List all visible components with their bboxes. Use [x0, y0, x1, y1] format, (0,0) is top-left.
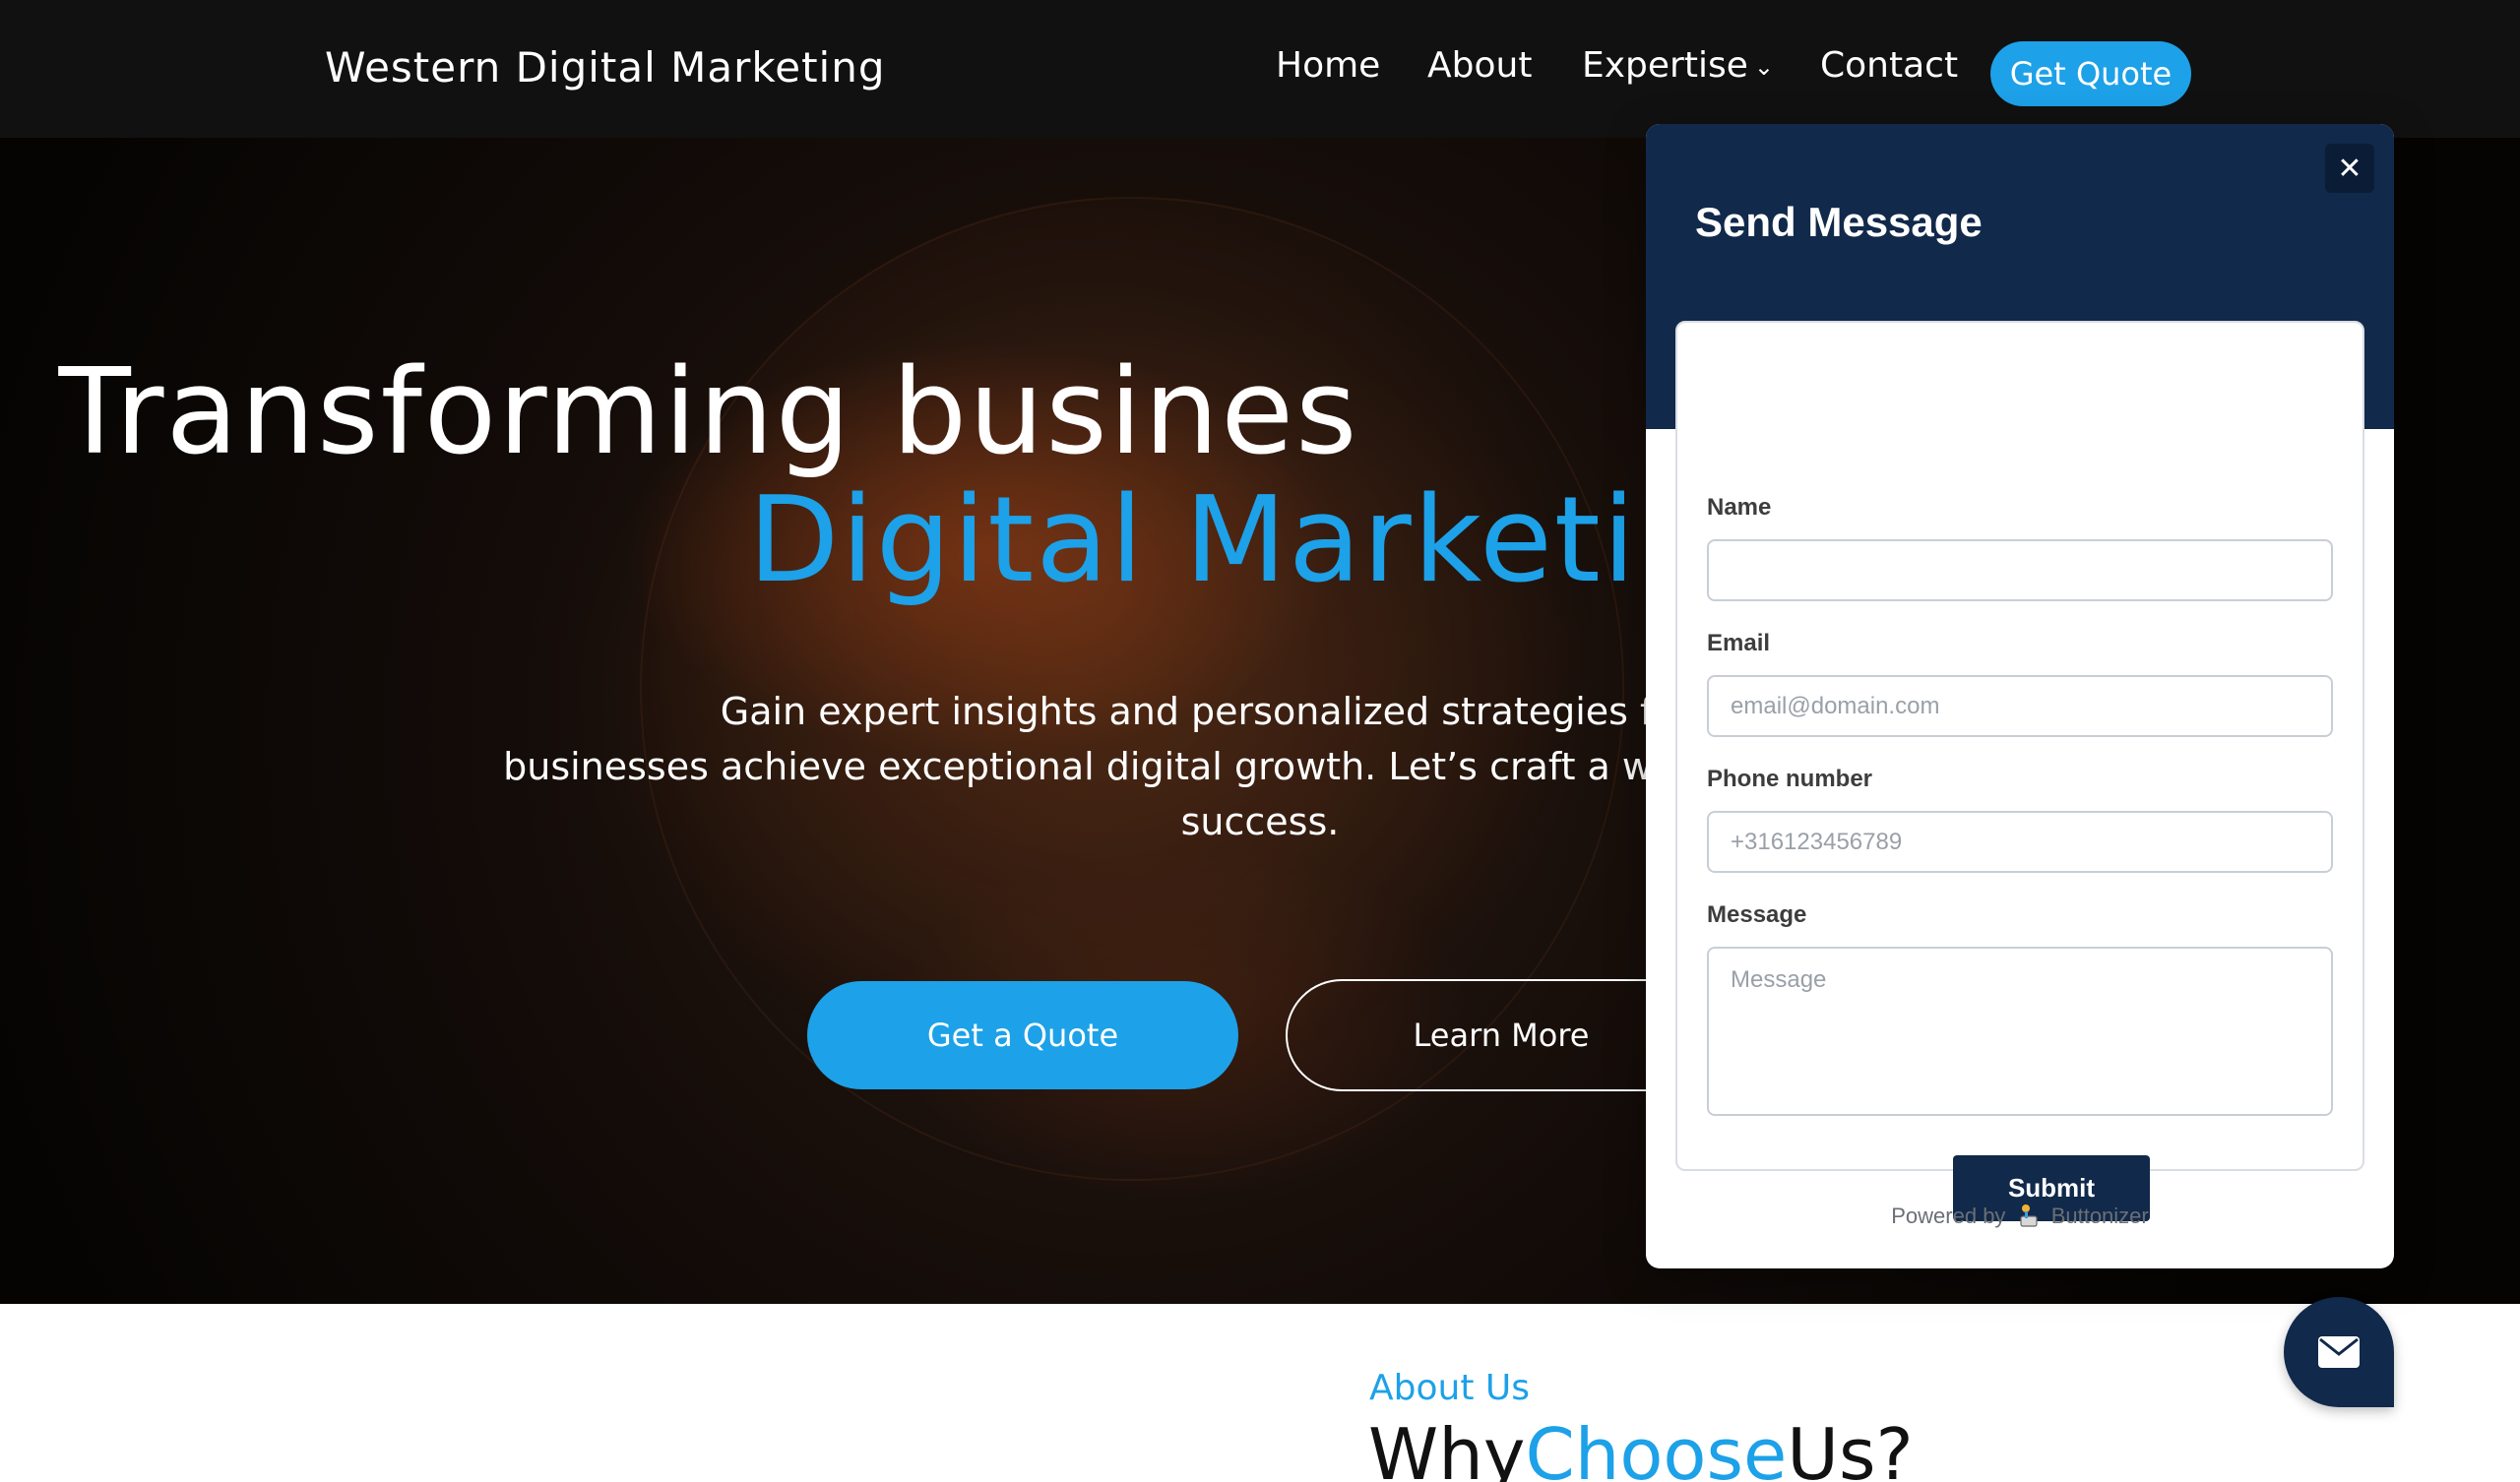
nav-about-link[interactable]: About [1427, 45, 1532, 86]
about-section-label: About Us [1369, 1368, 1530, 1408]
phone-input[interactable] [1707, 811, 2333, 873]
name-input[interactable] [1707, 539, 2333, 601]
buttonizer-brand-text: Buttonizer [2050, 1204, 2149, 1228]
powered-by-footer[interactable]: Powered by Buttonizer [1646, 1203, 2394, 1229]
send-message-modal: ✕ Send Message Name Email Phone number M… [1646, 124, 2394, 1268]
heading-choose: Choose [1525, 1413, 1788, 1482]
about-section-heading: WhyChooseUs? [1368, 1413, 1914, 1482]
message-label: Message [1707, 901, 1807, 928]
brand-logo-text[interactable]: Western Digital Marketing [325, 43, 885, 92]
modal-title: Send Message [1695, 199, 1983, 245]
nav-expertise-dropdown[interactable]: Expertise ⌄ [1582, 45, 1774, 86]
nav-expertise-label: Expertise [1582, 45, 1748, 86]
message-fab-button[interactable] [2284, 1297, 2394, 1407]
phone-label: Phone number [1707, 766, 1873, 792]
nav-home-link[interactable]: Home [1276, 45, 1380, 86]
close-icon[interactable]: ✕ [2325, 144, 2374, 193]
email-input[interactable] [1707, 675, 2333, 737]
heading-us: Us? [1787, 1413, 1914, 1482]
name-label: Name [1707, 494, 1772, 521]
message-textarea[interactable] [1707, 947, 2333, 1116]
hero-title-line2: Digital Marketi [748, 472, 1638, 609]
contact-form: Name Email Phone number Message Submit [1675, 321, 2364, 1221]
nav-contact-link[interactable]: Contact [1820, 45, 1958, 86]
top-navbar: Western Digital Marketing Home About Exp… [0, 0, 2520, 138]
buttonizer-logo-icon [2019, 1204, 2038, 1227]
chevron-down-icon: ⌄ [1753, 53, 1774, 81]
envelope-icon [2318, 1336, 2360, 1368]
powered-by-text: Powered by [1891, 1204, 2006, 1228]
heading-why: Why [1368, 1413, 1526, 1482]
nav-get-quote-button[interactable]: Get Quote [1990, 41, 2191, 106]
hero-get-quote-button[interactable]: Get a Quote [807, 981, 1238, 1089]
hero-title-line1-text: Transforming busines [58, 344, 1359, 481]
email-label: Email [1707, 630, 1771, 656]
